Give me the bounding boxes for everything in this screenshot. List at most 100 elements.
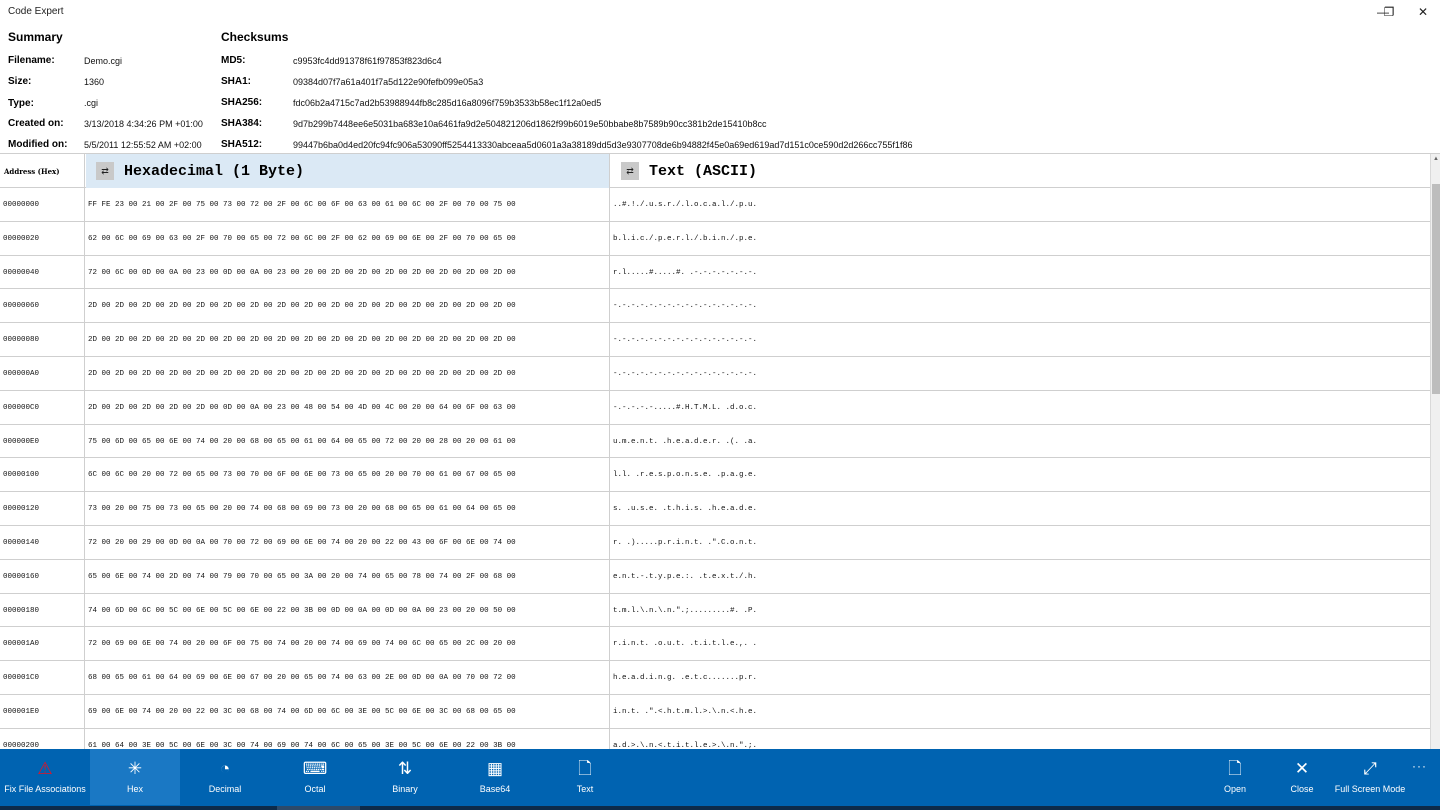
created-value: 3/13/2018 4:34:26 PM +01:00: [84, 119, 203, 129]
table-row[interactable]: 00000120 73 00 20 00 75 00 73 00 65 00 20…: [0, 492, 1430, 526]
address-cell[interactable]: 000000C0: [0, 390, 85, 424]
vertical-scrollbar[interactable]: ▲: [1430, 154, 1440, 749]
table-row[interactable]: 00000080 2D 00 2D 00 2D 00 2D 00 2D 00 2D…: [0, 323, 1430, 357]
address-cell[interactable]: 00000060: [0, 289, 85, 323]
table-row[interactable]: 000000E0 75 00 6D 00 65 00 6E 00 74 00 20…: [0, 424, 1430, 459]
address-cell[interactable]: 00000160: [0, 559, 85, 593]
hex-button[interactable]: ✳ Hex: [90, 749, 180, 805]
address-cell[interactable]: 00000140: [0, 525, 85, 559]
ascii-text-cell[interactable]: l.l. .r.e.s.p.o.n.s.e. .p.a.g.e.: [611, 458, 1430, 491]
address-cell[interactable]: 00000020: [0, 221, 85, 255]
ascii-text-cell[interactable]: h.e.a.d.i.n.g. .e.t.c.......p.r.: [611, 661, 1430, 694]
text-column-header[interactable]: ⇄ Text (ASCII): [611, 154, 1430, 188]
full-screen-mode-button[interactable]: ⤢ Full Screen Mode: [1325, 749, 1415, 805]
table-row[interactable]: 000001C0 68 00 65 00 61 00 64 00 69 00 6E…: [0, 661, 1430, 695]
table-row[interactable]: 00000040 72 00 6C 00 0D 00 0A 00 23 00 0D…: [0, 255, 1430, 290]
ascii-text-cell[interactable]: i.n.t. .".<.h.t.m.l.>.\.n.<.h.e.: [611, 695, 1430, 728]
swap-arrows-icon[interactable]: ⇄: [621, 162, 639, 180]
octal-button[interactable]: ⌨ Octal: [270, 749, 360, 805]
ascii-text-cell[interactable]: r.l.....#.....#. .-.-.-.-.-.-.-.: [611, 256, 1430, 289]
table-row[interactable]: 00000000 FF FE 23 00 21 00 2F 00 75 00 73…: [0, 188, 1430, 222]
swap-arrows-icon[interactable]: ⇄: [96, 162, 114, 180]
binary-button[interactable]: ⇅ Binary: [360, 749, 450, 805]
base64-button[interactable]: ▦ Base64: [450, 749, 540, 805]
address-cell[interactable]: 000001A0: [0, 627, 85, 661]
sha384-label: SHA384:: [221, 118, 263, 129]
hex-bytes-cell[interactable]: 2D 00 2D 00 2D 00 2D 00 2D 00 2D 00 2D 0…: [86, 356, 610, 390]
text-button[interactable]: 🗋 Text: [540, 749, 630, 805]
table-row[interactable]: 00000180 74 00 6D 00 6C 00 5C 00 6E 00 5C…: [0, 593, 1430, 628]
hex-bytes-cell[interactable]: 68 00 65 00 61 00 64 00 69 00 6E 00 67 0…: [86, 661, 610, 694]
ascii-text-cell[interactable]: e.n.t.-.t.y.p.e.:. .t.e.x.t./.h.: [611, 560, 1430, 593]
hex-bytes-cell[interactable]: 2D 00 2D 00 2D 00 2D 00 2D 00 2D 00 2D 0…: [86, 323, 610, 356]
hex-bytes-cell[interactable]: 6C 00 6C 00 20 00 72 00 65 00 73 00 70 0…: [86, 458, 610, 492]
address-cell[interactable]: 000000E0: [0, 424, 85, 458]
filename-label: Filename:: [8, 55, 55, 66]
address-cell[interactable]: 00000100: [0, 458, 85, 492]
ascii-text-cell[interactable]: r.i.n.t. .o.u.t. .t.i.t.l.e.,. .: [611, 627, 1430, 660]
ascii-text-cell[interactable]: a.d.>.\.n.<.t.i.t.l.e.>.\.n.".;.: [611, 729, 1430, 749]
ascii-text-cell[interactable]: ..#.!./.u.s.r./.l.o.c.a.l./.p.u.: [611, 188, 1430, 221]
hex-bytes-cell[interactable]: 72 00 69 00 6E 00 74 00 20 00 6F 00 75 0…: [86, 627, 610, 661]
table-row[interactable]: 000001E0 69 00 6E 00 74 00 20 00 22 00 3C…: [0, 694, 1430, 729]
table-row[interactable]: 00000100 6C 00 6C 00 20 00 72 00 65 00 73…: [0, 458, 1430, 493]
address-cell[interactable]: 00000000: [0, 188, 85, 221]
hex-bytes-cell[interactable]: FF FE 23 00 21 00 2F 00 75 00 73 00 72 0…: [86, 188, 610, 221]
modified-value: 5/5/2011 12:55:52 AM +02:00: [84, 140, 202, 150]
hex-bytes-cell[interactable]: 2D 00 2D 00 2D 00 2D 00 2D 00 2D 00 2D 0…: [86, 289, 610, 323]
restore-button[interactable]: ❐: [1372, 0, 1406, 24]
decimal-button[interactable]: ◔ Decimal: [180, 749, 270, 805]
table-row[interactable]: 000001A0 72 00 69 00 6E 00 74 00 20 00 6F…: [0, 627, 1430, 662]
sha384-value: 9d7b299b7448ee6e5031ba683e10a6461fa9d2e5…: [293, 119, 767, 129]
window-close-button[interactable]: ✕: [1406, 0, 1440, 24]
hex-grid[interactable]: Address (Hex) ⇄ Hexadecimal (1 Byte) ⇄ T…: [0, 153, 1440, 749]
table-row[interactable]: 00000140 72 00 20 00 29 00 0D 00 0A 00 70…: [0, 525, 1430, 560]
ascii-text-cell[interactable]: s. .u.s.e. .t.h.i.s. .h.e.a.d.e.: [611, 492, 1430, 525]
text-column-title: Text (ASCII): [649, 163, 758, 180]
table-row[interactable]: 00000160 65 00 6E 00 74 00 2D 00 74 00 79…: [0, 559, 1430, 594]
md5-label: MD5:: [221, 55, 246, 66]
hex-bytes-cell[interactable]: 74 00 6D 00 6C 00 5C 00 6E 00 5C 00 6E 0…: [86, 593, 610, 627]
ascii-text-cell[interactable]: -.-.-.-.-.-.-.-.-.-.-.-.-.-.-.-.: [611, 357, 1430, 390]
address-cell[interactable]: 00000080: [0, 323, 85, 356]
hex-bytes-cell[interactable]: 62 00 6C 00 69 00 63 00 2F 00 70 00 65 0…: [86, 221, 610, 255]
table-row[interactable]: 000000C0 2D 00 2D 00 2D 00 2D 00 2D 00 0D…: [0, 390, 1430, 425]
address-column-header: Address (Hex): [0, 154, 85, 188]
address-cell[interactable]: 00000120: [0, 492, 85, 525]
address-cell[interactable]: 00000200: [0, 728, 85, 749]
scroll-up-icon[interactable]: ▲: [1431, 156, 1440, 166]
ascii-text-cell[interactable]: u.m.e.n.t. .h.e.a.d.e.r. .(. .a.: [611, 425, 1430, 458]
ascii-text-cell[interactable]: r. .).....p.r.i.n.t. .".C.o.n.t.: [611, 526, 1430, 559]
hex-bytes-cell[interactable]: 73 00 20 00 75 00 73 00 65 00 20 00 74 0…: [86, 492, 610, 525]
hex-bytes-cell[interactable]: 2D 00 2D 00 2D 00 2D 00 2D 00 0D 00 0A 0…: [86, 390, 610, 424]
address-cell[interactable]: 00000040: [0, 255, 85, 289]
fix-file-associations-button[interactable]: ⚠ Fix File Associations: [0, 749, 90, 805]
address-cell[interactable]: 000001C0: [0, 661, 85, 694]
address-cell[interactable]: 00000180: [0, 593, 85, 627]
ascii-text-cell[interactable]: -.-.-.-.-.-.-.-.-.-.-.-.-.-.-.-.: [611, 289, 1430, 322]
ascii-text-cell[interactable]: -.-.-.-.-.-.-.-.-.-.-.-.-.-.-.-.: [611, 323, 1430, 356]
hex-bytes-cell[interactable]: 72 00 20 00 29 00 0D 00 0A 00 70 00 72 0…: [86, 525, 610, 559]
more-options-icon[interactable]: ···: [1412, 759, 1427, 773]
table-row[interactable]: 00000200 61 00 64 00 3E 00 5C 00 6E 00 3C…: [0, 728, 1430, 749]
hex-bytes-cell[interactable]: 65 00 6E 00 74 00 2D 00 74 00 79 00 70 0…: [86, 559, 610, 593]
address-cell[interactable]: 000000A0: [0, 356, 85, 390]
sort-arrows-icon: ⇅: [397, 759, 413, 778]
hex-bytes-cell[interactable]: 69 00 6E 00 74 00 20 00 22 00 3C 00 68 0…: [86, 694, 610, 728]
ascii-text-cell[interactable]: b.l.i.c./.p.e.r.l./.b.i.n./.p.e.: [611, 222, 1430, 255]
table-row[interactable]: 00000020 62 00 6C 00 69 00 63 00 2F 00 70…: [0, 221, 1430, 256]
table-row[interactable]: 00000060 2D 00 2D 00 2D 00 2D 00 2D 00 2D…: [0, 289, 1430, 324]
hex-bytes-cell[interactable]: 61 00 64 00 3E 00 5C 00 6E 00 3C 00 74 0…: [86, 728, 610, 749]
ascii-text-cell[interactable]: t.m.l.\.n.\.n.".;.........#. .P.: [611, 594, 1430, 627]
octal-label: Octal: [304, 784, 326, 794]
sha256-label: SHA256:: [221, 97, 263, 108]
table-row[interactable]: 000000A0 2D 00 2D 00 2D 00 2D 00 2D 00 2D…: [0, 356, 1430, 391]
hex-bytes-cell[interactable]: 75 00 6D 00 65 00 6E 00 74 00 20 00 68 0…: [86, 424, 610, 458]
scroll-thumb[interactable]: [1432, 184, 1440, 394]
sha1-value: 09384d07f7a61a401f7a5d122e90fefb099e05a3: [293, 77, 484, 87]
ascii-text-cell[interactable]: -.-.-.-.-.....#.H.T.M.L. .d.o.c.: [611, 391, 1430, 424]
hex-bytes-cell[interactable]: 72 00 6C 00 0D 00 0A 00 23 00 0D 00 0A 0…: [86, 255, 610, 289]
address-cell[interactable]: 000001E0: [0, 694, 85, 728]
hex-column-header[interactable]: ⇄ Hexadecimal (1 Byte): [86, 154, 610, 188]
grid-icon: ▦: [486, 759, 504, 778]
